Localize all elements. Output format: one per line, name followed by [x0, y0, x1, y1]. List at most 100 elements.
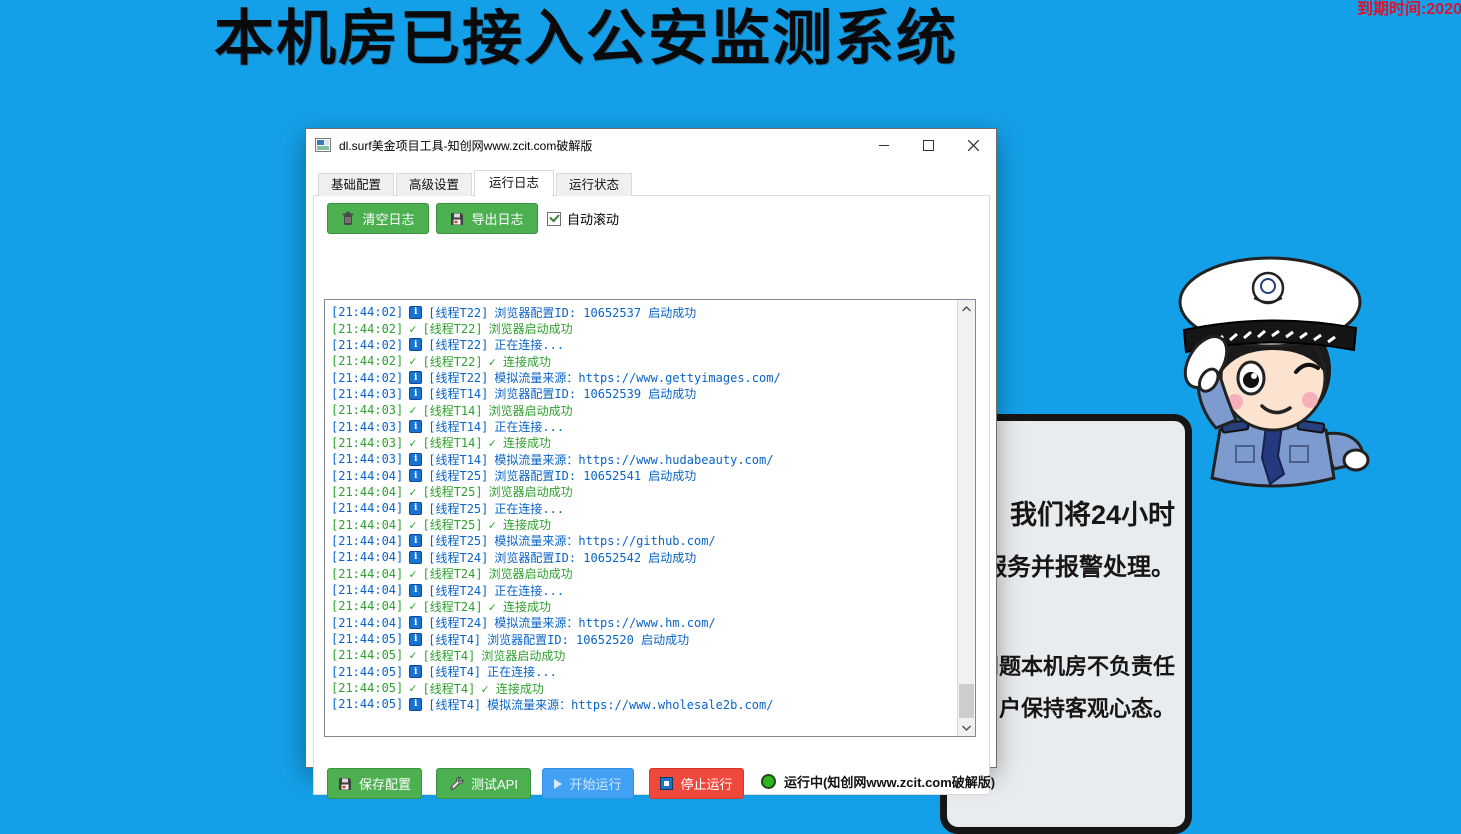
start-run-button[interactable]: 开始运行 [542, 768, 634, 799]
save-config-button[interactable]: 保存配置 [327, 768, 422, 799]
log-message: ✓ 连接成功 [489, 598, 551, 615]
scrollbar-thumb[interactable] [959, 684, 974, 718]
log-timestamp: [21:44:03] [331, 387, 403, 401]
log-line: [21:44:05] ✓ [线程T4] 浏览器启动成功 [331, 647, 953, 663]
log-thread: [线程T4] [422, 647, 475, 664]
tab-运行状态[interactable]: 运行状态 [556, 173, 632, 196]
log-message: 浏览器启动成功 [489, 320, 573, 337]
chevron-up-icon [962, 306, 971, 312]
check-icon: ✓ [409, 354, 416, 368]
info-icon: i [409, 534, 422, 547]
log-thread: [线程T14] [428, 418, 488, 435]
log-line: [21:44:04]✓[线程T24]✓ 连接成功 [331, 598, 953, 614]
log-thread: [线程T24] [428, 549, 488, 566]
stop-run-button[interactable]: 停止运行 [649, 768, 744, 799]
log-message: 浏览器配置ID: 10652520 启动成功 [487, 631, 689, 648]
log-line: [21:44:02]i[线程T22]浏览器配置ID: 10652537 启动成功 [331, 304, 953, 320]
test-api-button[interactable]: 测试API [436, 768, 531, 799]
log-message: 浏览器启动成功 [481, 647, 565, 664]
notice-line: 》我们将24小时 [983, 493, 1175, 532]
maximize-button[interactable] [906, 129, 951, 161]
log-message: 模拟流量来源：https://github.com/ [494, 532, 715, 549]
check-icon: ✓ [409, 648, 416, 662]
log-timestamp: [21:44:03] [331, 403, 403, 417]
log-area[interactable]: [21:44:02]i[线程T22]浏览器配置ID: 10652537 启动成功… [324, 299, 976, 737]
info-icon: i [409, 338, 422, 351]
export-log-button[interactable]: 导出日志 [436, 203, 538, 234]
log-line: [21:44:02]✓[线程T22]✓ 连接成功 [331, 353, 953, 369]
tab-运行日志[interactable]: 运行日志 [474, 170, 554, 197]
tab-高级设置[interactable]: 高级设置 [396, 173, 472, 196]
log-line: [21:44:04]✓[线程T24]浏览器启动成功 [331, 566, 953, 582]
scroll-up-button[interactable] [958, 300, 975, 317]
log-timestamp: [21:44:04] [331, 616, 403, 630]
log-message: 模拟流量来源：https://www.hudabeauty.com/ [494, 451, 773, 468]
notice-line: 服务并报警处理。 [983, 547, 1175, 582]
app-window: dl.surf美金项目工具-知创网www.zcit.com破解版 基础配置高级设… [305, 128, 997, 768]
log-line: [21:44:03]✓[线程T14]✓ 连接成功 [331, 435, 953, 451]
log-thread: [线程T14] [428, 451, 488, 468]
log-timestamp: [21:44:05] [331, 648, 403, 662]
log-message: 正在连接... [487, 663, 557, 680]
log-timestamp: [21:44:05] [331, 681, 403, 695]
wrench-icon [449, 776, 464, 791]
window-title: dl.surf美金项目工具-知创网www.zcit.com破解版 [339, 137, 592, 154]
log-line: [21:44:04]i[线程T24]模拟流量来源：https://www.hm.… [331, 615, 953, 631]
log-timestamp: [21:44:04] [331, 599, 403, 613]
log-message: 浏览器启动成功 [489, 483, 573, 500]
scroll-down-button[interactable] [958, 719, 975, 736]
log-line: [21:44:04]i[线程T24]正在连接... [331, 582, 953, 598]
log-message: 浏览器配置ID: 10652539 启动成功 [494, 385, 696, 402]
log-line: [21:44:02]i[线程T22]模拟流量来源：https://www.get… [331, 369, 953, 385]
log-timestamp: [21:44:04] [331, 567, 403, 581]
log-lines: [21:44:02]i[线程T22]浏览器配置ID: 10652537 启动成功… [331, 304, 953, 734]
clear-log-button[interactable]: 清空日志 [327, 203, 429, 234]
log-timestamp: [21:44:04] [331, 501, 403, 515]
check-icon: ✓ [409, 436, 416, 450]
tab-基础配置[interactable]: 基础配置 [318, 173, 394, 196]
log-thread: [线程T22] [422, 353, 482, 370]
autoscroll-toggle[interactable]: 自动滚动 [547, 209, 619, 228]
log-line: [21:44:03]i[线程T14]模拟流量来源：https://www.hud… [331, 451, 953, 467]
log-message: 浏览器配置ID: 10652542 启动成功 [494, 549, 696, 566]
log-message: 模拟流量来源：https://www.gettyimages.com/ [494, 369, 780, 386]
close-icon [968, 140, 979, 151]
log-thread: [线程T4] [428, 663, 481, 680]
close-button[interactable] [951, 129, 996, 161]
maximize-icon [923, 140, 934, 151]
log-timestamp: [21:44:02] [331, 305, 403, 319]
clear-log-label: 清空日志 [362, 209, 414, 228]
log-thread: [线程T24] [422, 565, 482, 582]
log-thread: [线程T25] [422, 483, 482, 500]
trash-icon [341, 211, 355, 226]
info-icon: i [409, 420, 422, 433]
log-message: 模拟流量来源：https://www.hm.com/ [494, 614, 715, 631]
minimize-button[interactable] [861, 129, 906, 161]
log-timestamp: [21:44:05] [331, 665, 403, 679]
log-message: 正在连接... [494, 500, 564, 517]
log-thread: [线程T22] [428, 336, 488, 353]
info-icon: i [409, 665, 422, 678]
log-message: ✓ 连接成功 [489, 516, 551, 533]
log-timestamp: [21:44:04] [331, 518, 403, 532]
log-message: 正在连接... [494, 582, 564, 599]
floppy-icon [338, 777, 352, 791]
log-scrollbar[interactable] [957, 300, 975, 736]
check-icon: ✓ [409, 403, 416, 417]
check-icon: ✓ [409, 518, 416, 532]
log-timestamp: [21:44:03] [331, 452, 403, 466]
start-run-label: 开始运行 [569, 774, 621, 793]
export-log-label: 导出日志 [471, 209, 523, 228]
run-status: 运行中(知创网www.zcit.com破解版) [761, 772, 995, 791]
log-timestamp: [21:44:03] [331, 436, 403, 450]
info-icon: i [409, 387, 422, 400]
log-timestamp: [21:44:05] [331, 697, 403, 711]
security-banner-text: 本机房已接入公安监测系统 [214, 0, 958, 77]
check-icon: ✓ [409, 681, 416, 695]
autoscroll-checkbox[interactable] [547, 212, 561, 226]
info-icon: i [409, 371, 422, 384]
save-config-label: 保存配置 [359, 774, 411, 793]
titlebar[interactable]: dl.surf美金项目工具-知创网www.zcit.com破解版 [306, 129, 996, 161]
log-thread: [线程T4] [428, 631, 481, 648]
log-timestamp: [21:44:02] [331, 371, 403, 385]
